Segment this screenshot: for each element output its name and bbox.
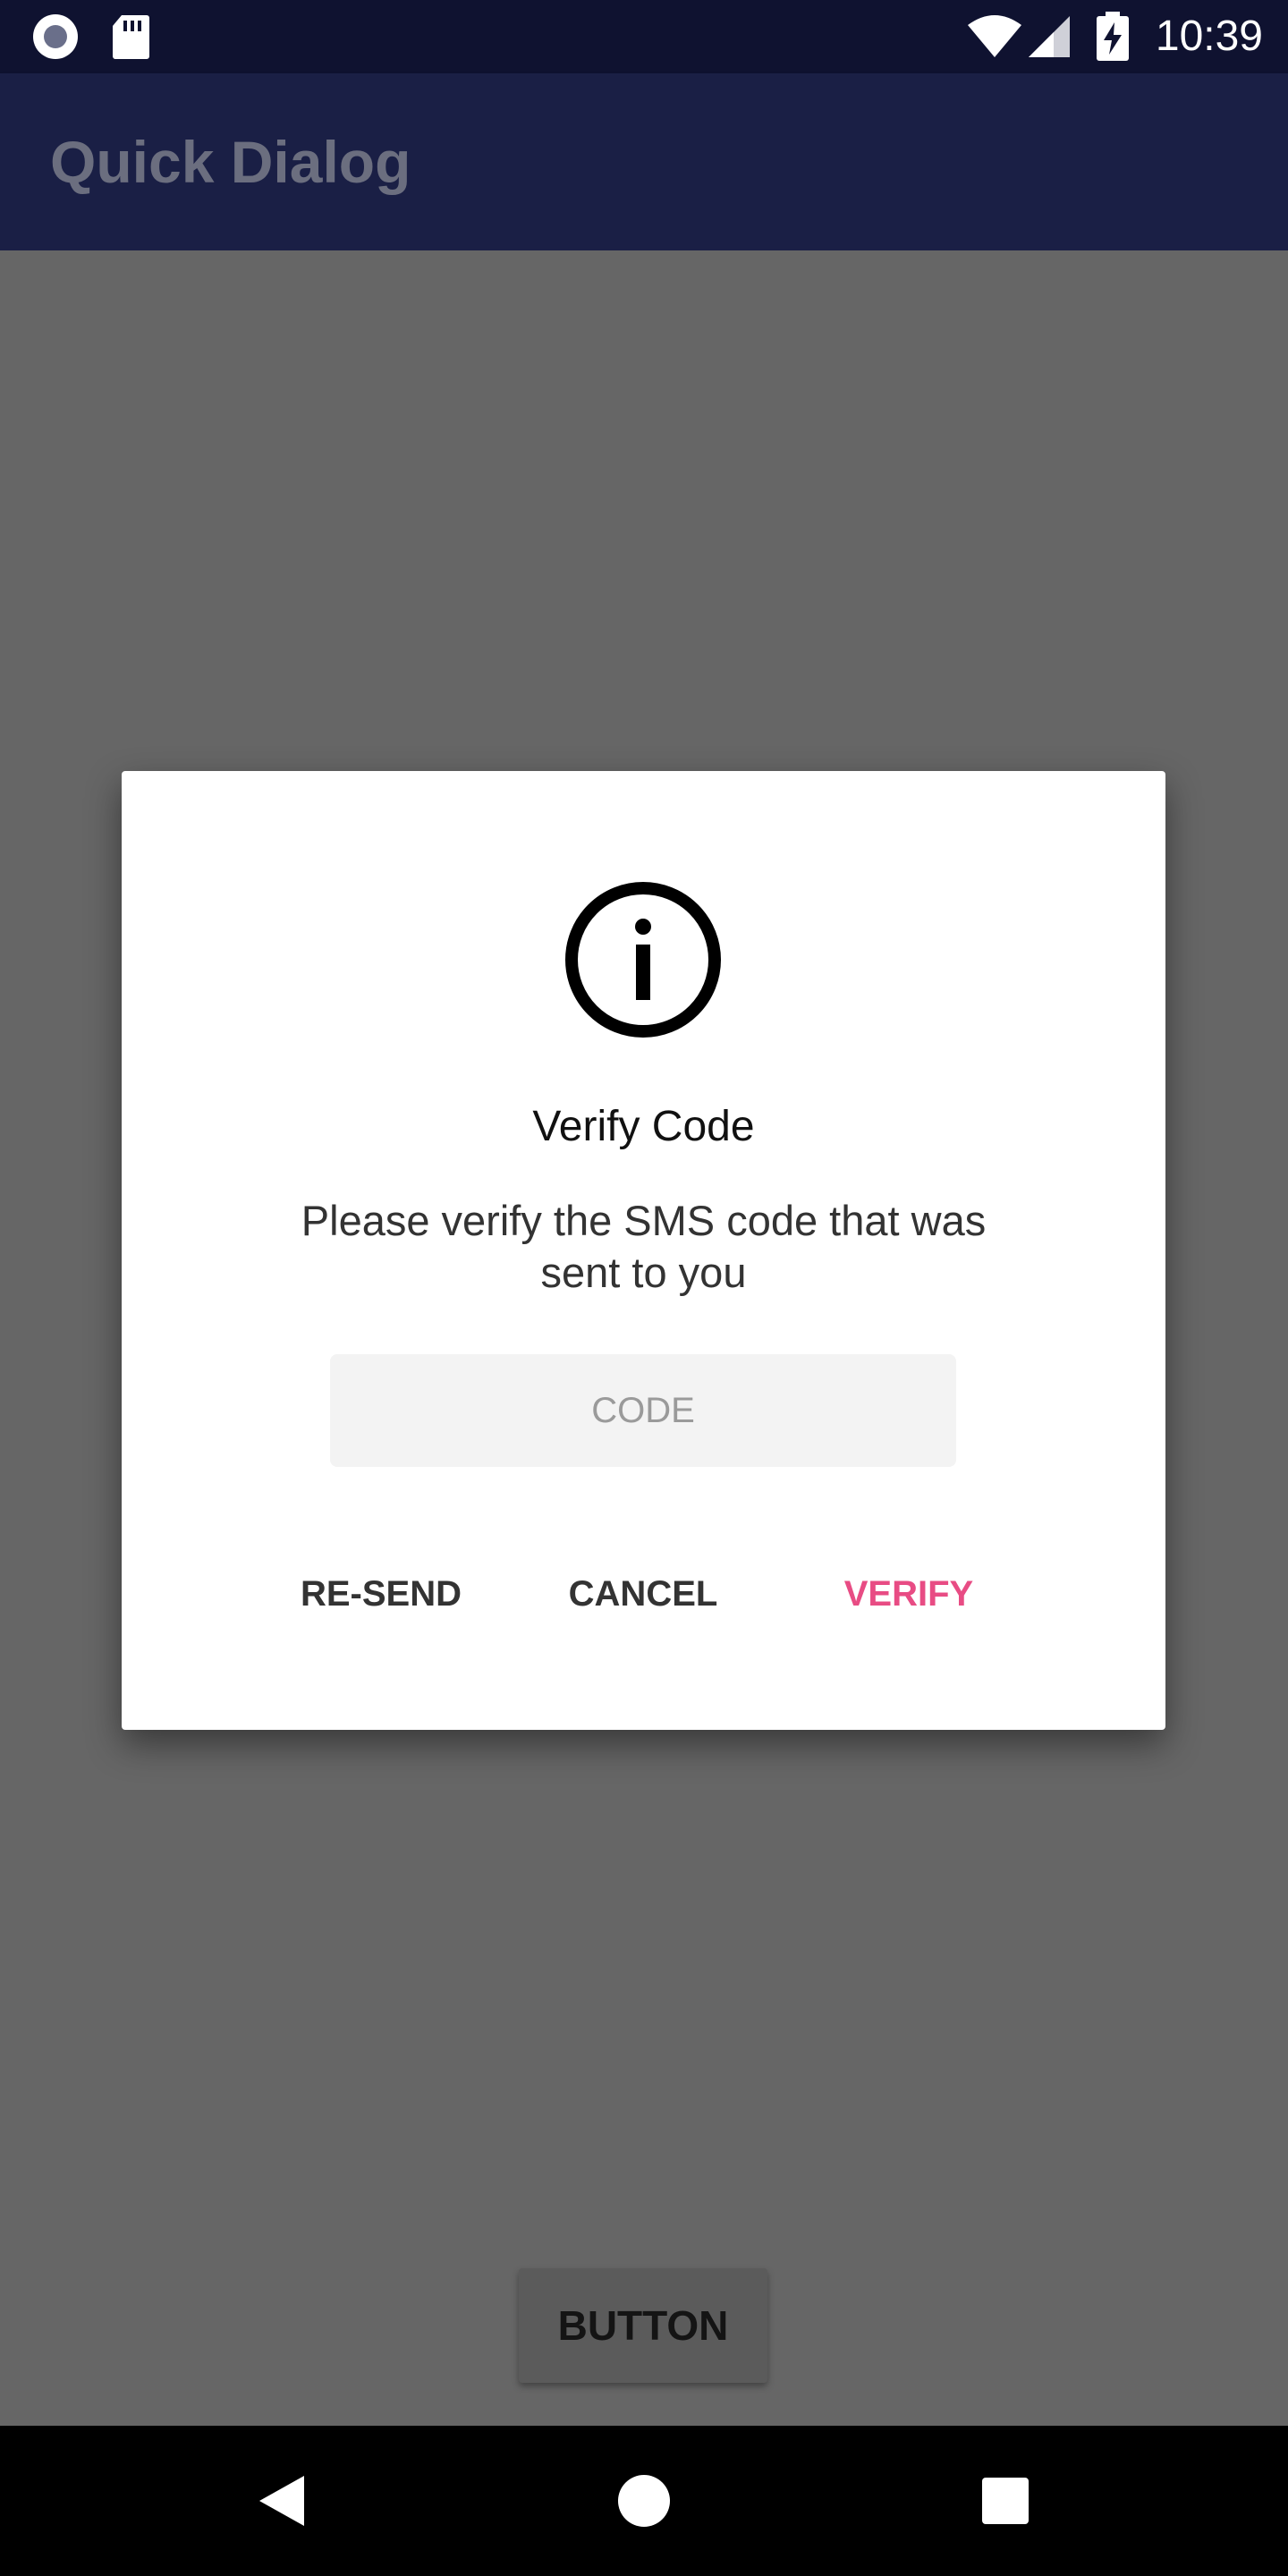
app-title: Quick Dialog xyxy=(50,129,411,195)
info-icon xyxy=(564,880,723,1039)
status-time: 10:39 xyxy=(1155,13,1263,60)
back-icon[interactable] xyxy=(229,2426,336,2576)
home-icon[interactable] xyxy=(590,2426,698,2576)
radio-notification-icon xyxy=(30,0,80,73)
status-bar: 10:39 xyxy=(0,0,1288,73)
verify-code-dialog: Verify Code Please verify the SMS code t… xyxy=(122,771,1165,1730)
wifi-icon xyxy=(966,0,1023,73)
signal-icon xyxy=(1027,0,1072,73)
main-button[interactable]: BUTTON xyxy=(519,2268,767,2383)
recents-icon[interactable] xyxy=(952,2426,1059,2576)
cancel-button[interactable]: CANCEL xyxy=(536,1549,750,1639)
verify-button[interactable]: VERIFY xyxy=(801,1549,1016,1639)
dialog-message: Please verify the SMS code that was sent… xyxy=(301,1197,987,1296)
navigation-bar xyxy=(0,2426,1288,2576)
dialog-title: Verify Code xyxy=(532,1103,755,1150)
resend-button[interactable]: RE-SEND xyxy=(274,1549,488,1639)
code-input[interactable] xyxy=(330,1354,956,1467)
sd-card-icon xyxy=(111,0,150,73)
battery-charging-icon xyxy=(1095,0,1131,73)
app-bar: Quick Dialog xyxy=(0,73,1288,250)
